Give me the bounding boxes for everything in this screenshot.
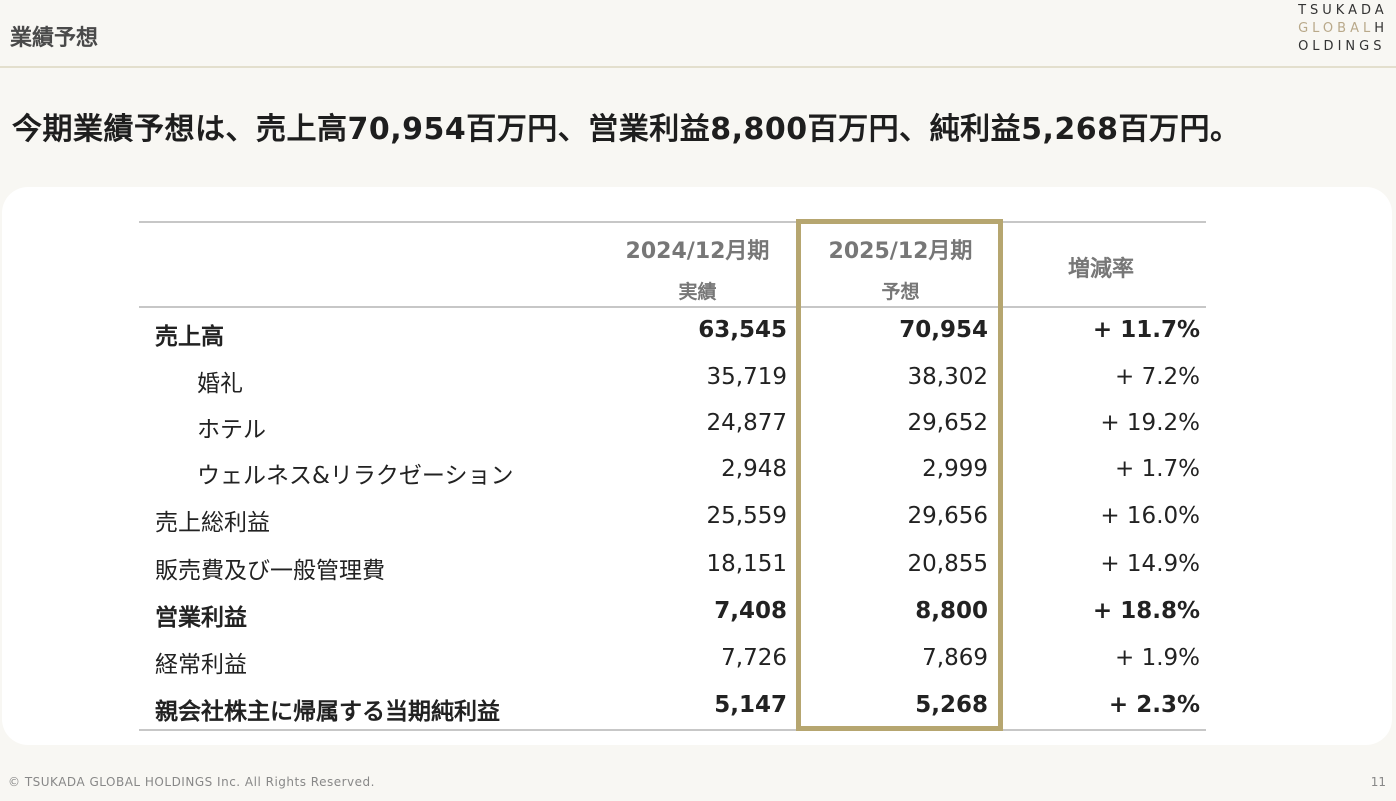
slide: 業績予想 TSUKADA GLOBALH OLDINGS 今期業績予想は、売上高… [0, 0, 1396, 801]
table-row: 販売費及び一般管理費 18,151 20,855 + 14.9% [139, 543, 1206, 589]
company-logo: TSUKADA GLOBALH OLDINGS [1298, 2, 1388, 56]
row-value-2024: 5,147 [714, 692, 787, 718]
row-label: 親会社株主に帰属する当期純利益 [155, 699, 500, 725]
row-label: ホテル [197, 417, 266, 443]
logo-line-3: OLDINGS [1298, 39, 1386, 54]
table-row: ウェルネス&リラクゼーション 2,948 2,999 + 1.7% [139, 448, 1206, 494]
row-label: 経常利益 [155, 652, 247, 678]
row-rate: + 1.9% [1114, 645, 1200, 671]
row-rate: + 1.7% [1114, 456, 1200, 482]
row-rate: + 11.7% [1092, 317, 1200, 343]
row-value-2024: 7,726 [721, 645, 787, 671]
row-value-2024: 24,877 [706, 410, 787, 436]
logo-line-2-dark: H [1374, 21, 1388, 36]
row-value-2024: 7,408 [714, 598, 787, 624]
row-rate: + 19.2% [1100, 410, 1200, 436]
table-row: 親会社株主に帰属する当期純利益 5,147 5,268 + 2.3% [139, 684, 1206, 730]
row-rate: + 16.0% [1100, 503, 1200, 529]
page-headline: 今期業績予想は、売上高70,954百万円、営業利益8,800百万円、純利益5,2… [12, 112, 1241, 147]
page-number: 11 [1370, 775, 1386, 789]
table-top-rule [139, 221, 1206, 223]
row-value-2024: 18,151 [706, 551, 787, 577]
table-row: 経常利益 7,726 7,869 + 1.9% [139, 637, 1206, 683]
logo-line-1: TSUKADA [1298, 3, 1388, 18]
row-value-2024: 35,719 [706, 364, 787, 390]
logo-line-2: GLOBALH [1298, 20, 1388, 38]
table-row: 婚礼 35,719 38,302 + 7.2% [139, 356, 1206, 402]
row-rate: + 14.9% [1100, 551, 1200, 577]
forecast-column-highlight [796, 219, 1003, 731]
row-value-2024: 63,545 [698, 317, 787, 343]
row-rate: + 7.2% [1114, 364, 1200, 390]
row-label: 売上総利益 [155, 510, 270, 536]
row-rate: + 2.3% [1108, 692, 1200, 718]
column-header-2024: 2024/12月期 実績 [600, 233, 795, 304]
table-row: 売上総利益 25,559 29,656 + 16.0% [139, 495, 1206, 541]
header-divider [0, 66, 1396, 68]
row-rate: + 18.8% [1092, 598, 1200, 624]
row-label: 販売費及び一般管理費 [155, 558, 385, 584]
row-label: 営業利益 [155, 605, 247, 631]
table-header-rule [139, 306, 1206, 308]
logo-line-2-gold: GLOBAL [1298, 21, 1375, 36]
row-value-2024: 2,948 [721, 456, 787, 482]
table-row: 営業利益 7,408 8,800 + 18.8% [139, 590, 1206, 636]
copyright: © TSUKADA GLOBAL HOLDINGS Inc. All Right… [8, 775, 375, 789]
row-label: 婚礼 [197, 371, 243, 397]
row-label: 売上高 [155, 324, 224, 350]
section-title: 業績予想 [10, 26, 99, 51]
column-header-rate: 増減率 [1068, 257, 1135, 282]
column-header-2024-sub: 実績 [678, 281, 717, 303]
row-value-2024: 25,559 [706, 503, 787, 529]
column-header-2024-year: 2024/12月期 [625, 239, 770, 264]
row-label: ウェルネス&リラクゼーション [197, 463, 514, 489]
table-row: 売上高 63,545 70,954 + 11.7% [139, 309, 1206, 355]
table-row: ホテル 24,877 29,652 + 19.2% [139, 402, 1206, 448]
